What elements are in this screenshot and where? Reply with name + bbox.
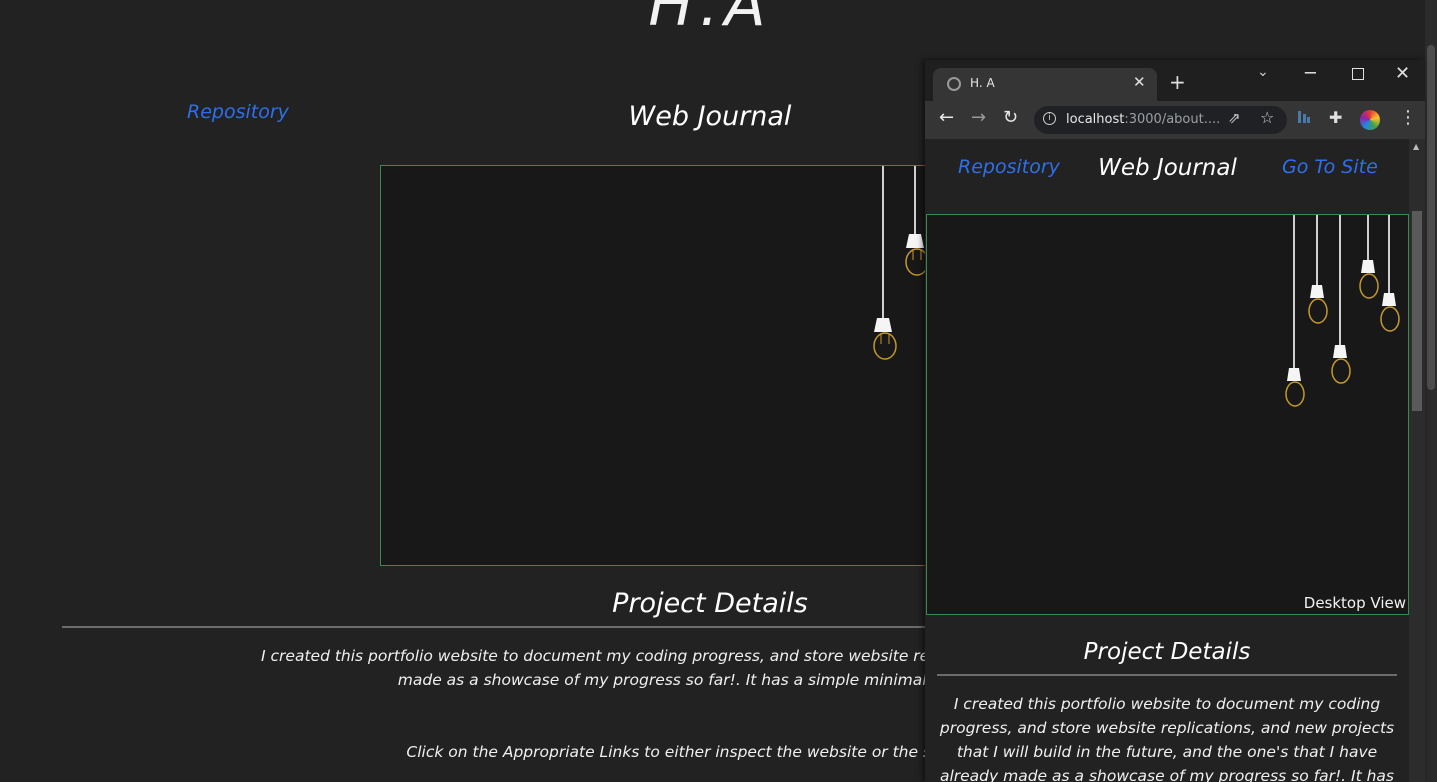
minimize-icon[interactable]: ─ xyxy=(1305,63,1316,84)
divider xyxy=(62,626,942,628)
popup-page-viewport: Repository Web Journal Go To Site Deskto… xyxy=(925,139,1409,782)
url-text[interactable]: localhost:3000/about.... xyxy=(1066,112,1220,127)
page-title: Web Journal xyxy=(628,101,792,132)
kebab-menu-icon[interactable]: ⋮ xyxy=(1399,107,1417,128)
site-preview-frame xyxy=(380,165,940,566)
window-close-icon[interactable]: ✕ xyxy=(1395,63,1410,84)
maximize-icon[interactable] xyxy=(1352,68,1364,80)
bulb xyxy=(1285,215,1305,407)
share-icon[interactable]: ⇗ xyxy=(1228,109,1241,127)
info-icon[interactable]: i xyxy=(1043,112,1056,125)
site-preview-frame: Desktop View xyxy=(926,214,1409,615)
address-bar[interactable]: i localhost:3000/about.... ⇗ ☆ xyxy=(1034,106,1287,134)
bulb xyxy=(1380,215,1400,332)
url-path: :3000/about.... xyxy=(1124,112,1221,127)
star-icon[interactable]: ☆ xyxy=(1260,108,1274,127)
preview-caption: Desktop View xyxy=(1303,594,1406,612)
extension-icon[interactable] xyxy=(1297,109,1311,125)
arrow-left-icon[interactable]: ← xyxy=(939,107,954,128)
project-description: I created this portfolio website to docu… xyxy=(939,695,1395,782)
reload-icon[interactable]: ↻ xyxy=(1003,107,1018,128)
repository-link[interactable]: Repository xyxy=(958,156,1060,178)
browser-window: H. A ✕ + ⌄ ─ ✕ ← → ↻ i localhost:3000/ab… xyxy=(925,60,1425,782)
arrow-right-icon[interactable]: → xyxy=(971,107,986,128)
chevron-down-icon[interactable]: ⌄ xyxy=(1257,64,1269,80)
tab-strip: H. A ✕ + ⌄ ─ ✕ xyxy=(925,60,1425,101)
tab-title: H. A xyxy=(970,76,995,90)
bulb xyxy=(873,166,897,360)
hanging-bulbs-illustration xyxy=(873,166,929,360)
globe-icon xyxy=(947,77,961,91)
page-scrollbar-thumb[interactable] xyxy=(1427,45,1435,390)
hanging-bulbs-illustration xyxy=(1285,215,1400,407)
browser-tab[interactable]: H. A ✕ xyxy=(933,68,1157,101)
divider xyxy=(937,674,1397,676)
bulb xyxy=(1308,215,1328,324)
close-icon[interactable]: ✕ xyxy=(1133,73,1146,91)
site-logo: H.A xyxy=(648,0,772,40)
browser-toolbar: ← → ↻ i localhost:3000/about.... ⇗ ☆ ✚ ⋮ xyxy=(925,101,1425,139)
puzzle-icon[interactable]: ✚ xyxy=(1329,108,1342,127)
avatar[interactable] xyxy=(1360,110,1380,130)
section-title: Project Details xyxy=(612,588,808,619)
scroll-up-arrow-icon[interactable]: ▲ xyxy=(1413,142,1419,151)
go-to-site-link[interactable]: Go To Site xyxy=(1282,156,1378,178)
plus-icon[interactable]: + xyxy=(1169,70,1186,94)
popup-scrollbar-thumb[interactable] xyxy=(1412,211,1422,411)
bulb xyxy=(1359,215,1379,299)
page-title: Web Journal xyxy=(1098,155,1237,181)
section-title: Project Details xyxy=(1083,639,1251,665)
repository-link[interactable]: Repository xyxy=(187,101,289,123)
url-host: localhost xyxy=(1066,112,1125,127)
bulb xyxy=(1331,215,1351,384)
